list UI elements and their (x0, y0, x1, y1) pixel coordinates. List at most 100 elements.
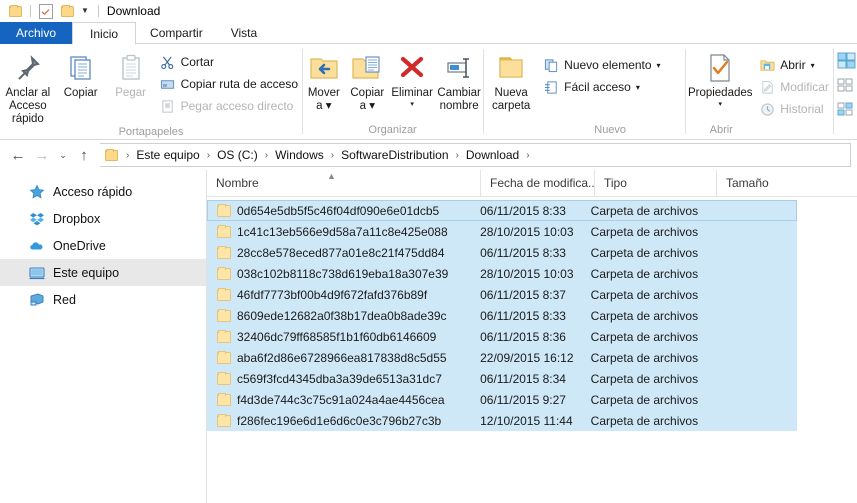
breadcrumb-item-3[interactable]: SoftwareDistribution (339, 148, 450, 162)
copy-to-label1: Copiar (350, 87, 385, 99)
qat-divider-2 (97, 5, 99, 17)
copy-path-button[interactable]: w Copiar ruta de acceso (156, 74, 302, 94)
table-row[interactable]: 28cc8e578eced877a01e8c21f475dd84 06/11/2… (207, 242, 797, 263)
table-row[interactable]: f286fec196e6d1e6d6c0e3c796b27c3b 12/10/2… (207, 410, 797, 431)
sidebar-item-onedrive[interactable]: OneDrive (0, 232, 206, 259)
recent-locations-chevron-down-icon[interactable]: ⌄ (54, 143, 72, 167)
edit-button[interactable]: Modificar (755, 77, 833, 97)
breadcrumb-item-1[interactable]: OS (C:) (215, 148, 260, 162)
column-header-nombre[interactable]: Nombre ▲ (207, 170, 480, 196)
breadcrumb[interactable]: › Este equipo › OS (C:) › Windows › Soft… (100, 143, 851, 167)
table-row[interactable]: c569f3fcd4345dba3a39de6513a31dc7 06/11/2… (207, 368, 797, 389)
tab-compartir[interactable]: Compartir (136, 22, 217, 44)
cell-name: aba6f2d86e6728966ea817838d8c5d55 (207, 350, 471, 365)
sidebar-item-dropbox[interactable]: Dropbox (0, 205, 206, 232)
column-header-tamano[interactable]: Tamaño (716, 170, 816, 196)
new-item-caret-icon[interactable]: ▾ (657, 61, 661, 70)
paste-label: Pegar (115, 87, 146, 99)
easy-access-caret-icon[interactable]: ▾ (636, 83, 640, 92)
table-row[interactable]: 32406dc79ff68585f1b1f60db6146609 06/11/2… (207, 326, 797, 347)
edit-label: Modificar (780, 80, 829, 94)
easy-access-button[interactable]: Fácil acceso ▾ (539, 77, 664, 97)
scissors-icon (160, 54, 176, 70)
view-details-button[interactable] (837, 102, 857, 121)
sort-ascending-icon: ▲ (327, 171, 336, 181)
group-label-nuevo: Nuevo (594, 124, 627, 136)
sidebar-item-acceso-rapido[interactable]: Acceso rápido (0, 178, 206, 205)
paste-shortcut-button[interactable]: Pegar acceso directo (156, 96, 302, 116)
breadcrumb-chevron-4[interactable]: › (451, 150, 464, 161)
history-button[interactable]: Historial (755, 99, 833, 119)
table-row[interactable]: aba6f2d86e6728966ea817838d8c5d55 22/09/2… (207, 347, 797, 368)
breadcrumb-chevron-3[interactable]: › (326, 150, 339, 161)
cut-label: Cortar (180, 55, 214, 69)
properties-icon (706, 51, 734, 85)
history-label: Historial (780, 102, 824, 116)
open-caret-icon[interactable]: ▾ (811, 61, 815, 70)
file-explorer-window: ▼ Download Archivo Inicio Compartir Vist… (0, 0, 857, 503)
paste-button[interactable]: Pegar (106, 49, 156, 100)
table-row[interactable]: 8609ede12682a0f38b17dea0b8ade39c 06/11/2… (207, 305, 797, 326)
back-button[interactable]: ← (6, 143, 30, 167)
paste-shortcut-icon (160, 98, 176, 114)
ribbon-group-abrir: Propiedades ▾ Abrir ▾ Modificar Historia… (685, 44, 833, 139)
column-header-tipo[interactable]: Tipo (594, 170, 716, 196)
breadcrumb-chevron-5[interactable]: › (521, 150, 534, 161)
table-row[interactable]: 038c102b8118c738d619eba18a307e39 28/10/2… (207, 263, 797, 284)
delete-button[interactable]: Eliminar ▾ (389, 49, 435, 108)
move-to-button[interactable]: Mover a ▾ (302, 49, 346, 113)
column-header-fecha[interactable]: Fecha de modifica... (480, 170, 594, 196)
file-rows: 0d654e5db5f5c46f04df090e6e01dcb5 06/11/2… (207, 197, 857, 503)
move-to-icon (309, 51, 339, 85)
tab-vista[interactable]: Vista (217, 22, 271, 44)
pin-to-quick-access-button[interactable]: Anclar al Acceso rápido (0, 49, 56, 126)
copy-to-icon (352, 51, 382, 85)
tab-inicio[interactable]: Inicio (72, 22, 137, 45)
ribbon-group-organizar: Mover a ▾ Copiar a ▾ Eliminar ▾ Cambiar … (302, 44, 483, 139)
cell-name: 32406dc79ff68585f1b1f60db6146609 (207, 329, 471, 344)
open-button[interactable]: Abrir ▾ (755, 55, 833, 75)
cell-type: Carpeta de archivos (590, 287, 699, 302)
breadcrumb-item-4[interactable]: Download (464, 148, 521, 162)
copy-to-label2: a ▾ (359, 100, 376, 112)
table-row[interactable]: f4d3de744c3c75c91a024a4ae4456cea 06/11/2… (207, 389, 797, 410)
new-folder-icon (496, 51, 526, 85)
quick-access-folder-icon[interactable] (9, 4, 22, 17)
properties-button[interactable]: Propiedades ▾ (685, 49, 755, 108)
view-large-icons-button[interactable] (837, 52, 857, 73)
move-to-label1: Mover (307, 87, 340, 99)
table-row[interactable]: 1c41c13eb566e9d58a7a11c8e425e088 28/10/2… (207, 221, 797, 242)
cell-date: 06/11/2015 8:37 (480, 287, 566, 302)
properties-caret-icon[interactable]: ▾ (718, 101, 722, 108)
table-row[interactable]: 0d654e5db5f5c46f04df090e6e01dcb5 06/11/2… (207, 200, 797, 221)
breadcrumb-chevron-2[interactable]: › (260, 150, 273, 161)
forward-button[interactable]: → (30, 143, 54, 167)
quick-access-properties-icon[interactable] (39, 3, 53, 19)
file-list-pane: Nombre ▲ Fecha de modifica... Tipo Tamañ… (207, 170, 857, 503)
new-folder-label1: Nueva (494, 87, 528, 99)
quick-access-new-folder-icon[interactable] (61, 4, 74, 17)
view-small-icons-button[interactable] (837, 78, 857, 97)
copy-to-button[interactable]: Copiar a ▾ (346, 49, 390, 113)
tab-archivo[interactable]: Archivo (0, 22, 73, 44)
new-item-button[interactable]: Nuevo elemento ▾ (539, 55, 664, 75)
folder-icon (217, 203, 231, 217)
rename-button[interactable]: Cambiar nombre (435, 49, 483, 113)
new-folder-button[interactable]: Nueva carpeta (483, 49, 539, 113)
breadcrumb-item-2[interactable]: Windows (273, 148, 326, 162)
sidebar-item-red[interactable]: Red (0, 286, 206, 313)
edit-icon (759, 79, 775, 95)
cell-type: Carpeta de archivos (590, 245, 699, 260)
copy-button[interactable]: Copiar (56, 49, 106, 100)
breadcrumb-chevron-1[interactable]: › (202, 150, 215, 161)
cell-name: 1c41c13eb566e9d58a7a11c8e425e088 (207, 224, 471, 239)
delete-caret-icon[interactable]: ▾ (410, 101, 414, 108)
breadcrumb-item-0[interactable]: Este equipo (134, 148, 201, 162)
quick-access-customize-chevron-down-icon[interactable]: ▼ (81, 7, 89, 15)
sidebar-item-este-equipo[interactable]: Este equipo (0, 259, 206, 286)
sidebar-label-red: Red (53, 292, 76, 307)
new-item-icon (543, 57, 559, 73)
up-button[interactable]: ↑ (72, 143, 96, 167)
cut-button[interactable]: Cortar (156, 52, 302, 72)
table-row[interactable]: 46fdf7773bf00b4d9f672fafd376b89f 06/11/2… (207, 284, 797, 305)
